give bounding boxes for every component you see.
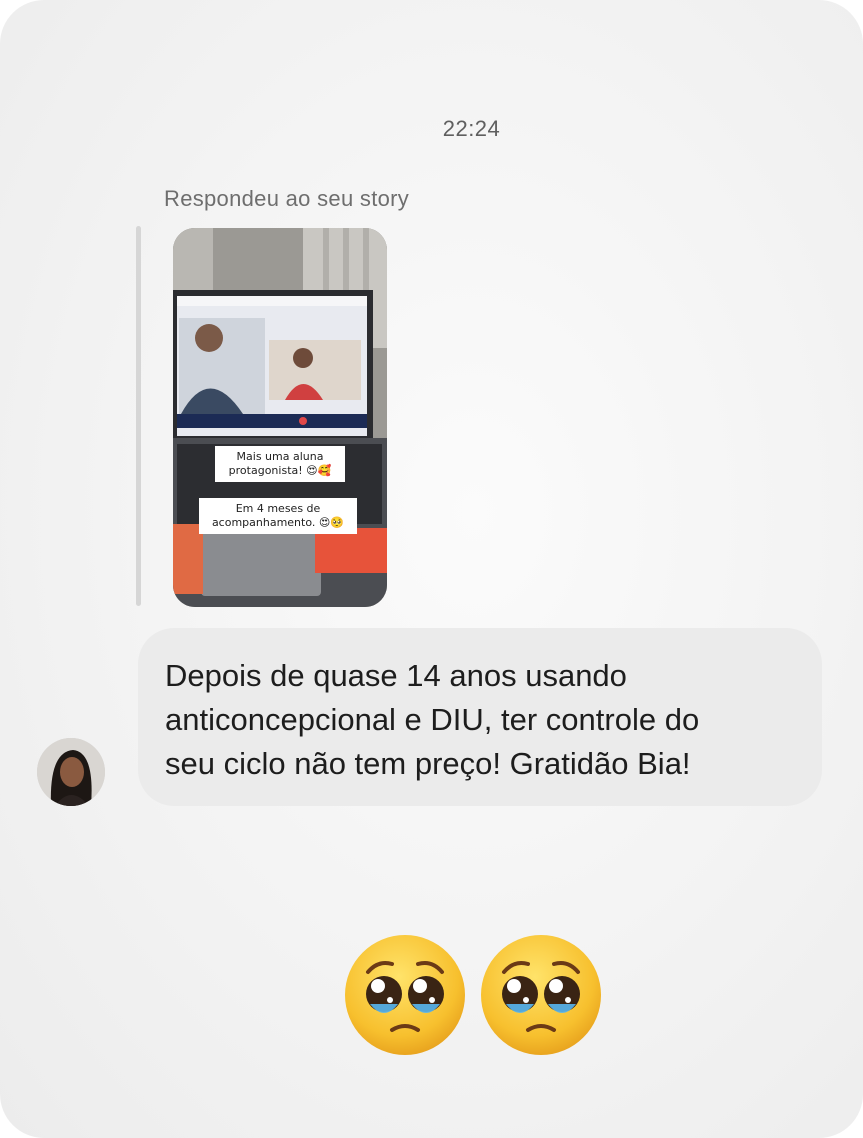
avatar-photo bbox=[37, 738, 105, 806]
reaction-emoji-row bbox=[340, 930, 620, 1055]
story-overlay-text-1: Mais uma aluna protagonista! 😍🥰 bbox=[215, 446, 345, 482]
story-thumbnail[interactable]: Mais uma aluna protagonista! 😍🥰 Em 4 mes… bbox=[173, 228, 387, 607]
dm-thread-screen: 22:24 Respondeu ao seu story Mais uma al… bbox=[0, 0, 863, 1138]
story-reply-caption: Respondeu ao seu story bbox=[164, 186, 410, 211]
message-text: Depois de quase 14 anos usando anticonce… bbox=[165, 658, 700, 781]
pleading-face-emoji bbox=[481, 935, 601, 1055]
story-overlay-text-1-label: Mais uma aluna protagonista! 😍🥰 bbox=[228, 450, 332, 477]
story-overlay-text-2-label: Em 4 meses de acompanhamento. 😍🥺 bbox=[211, 502, 345, 529]
reply-quote-bar bbox=[136, 226, 141, 606]
story-photo bbox=[173, 228, 387, 607]
story-overlay-text-2: Em 4 meses de acompanhamento. 😍🥺 bbox=[199, 498, 357, 534]
sender-avatar[interactable] bbox=[37, 738, 105, 806]
message-bubble[interactable]: Depois de quase 14 anos usando anticonce… bbox=[138, 628, 822, 806]
message-timestamp: 22:24 bbox=[442, 116, 501, 141]
pleading-face-emoji bbox=[345, 935, 465, 1055]
